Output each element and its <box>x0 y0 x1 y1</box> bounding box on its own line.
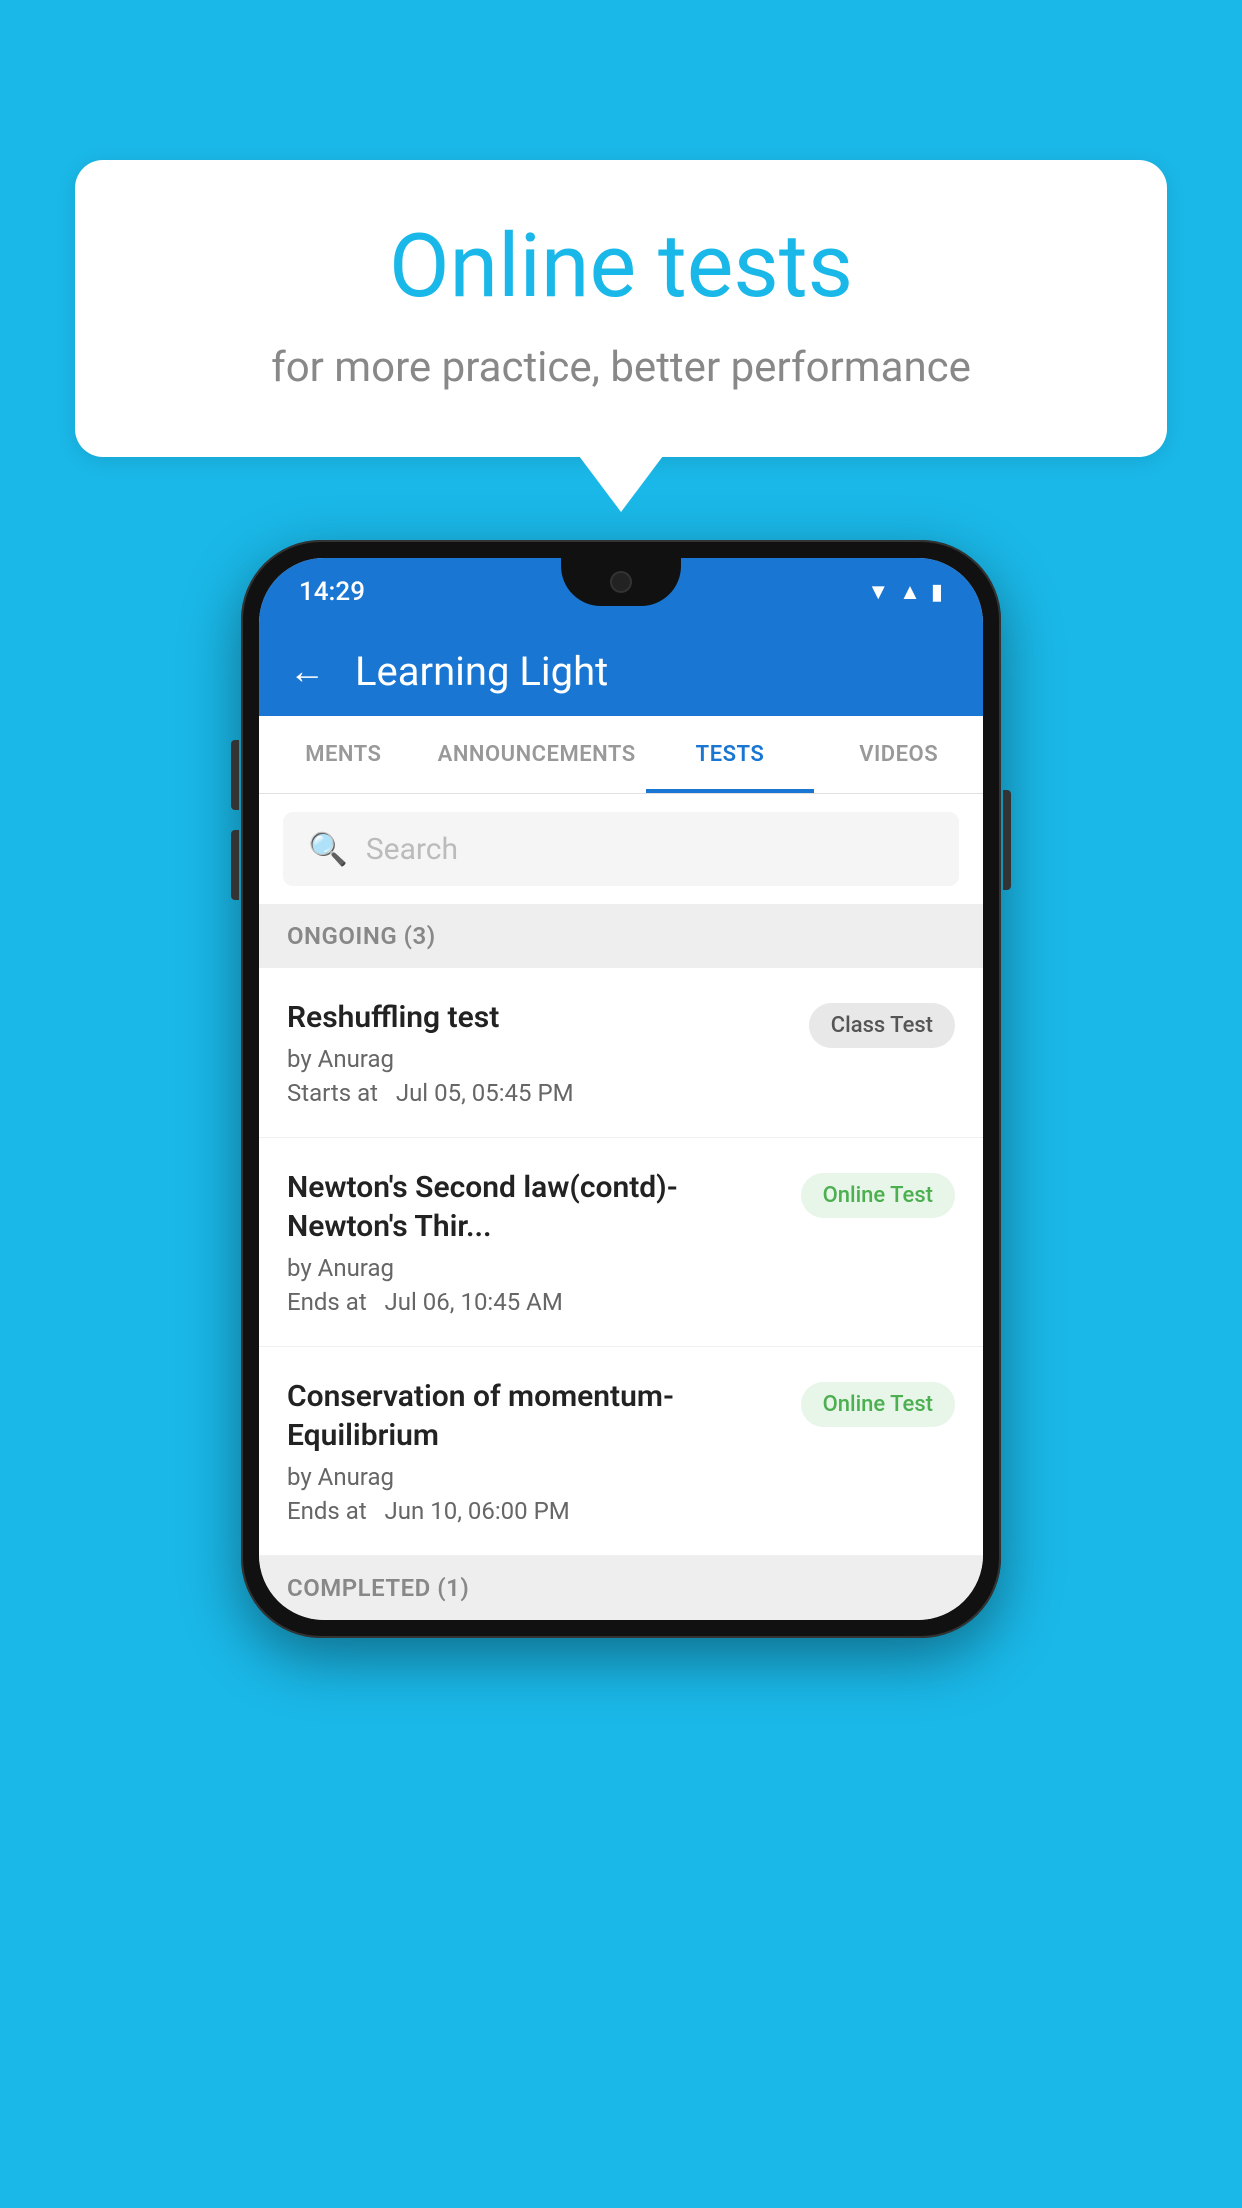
tests-list: Reshuffling test by Anurag Starts at Jul… <box>259 968 983 1556</box>
test-name: Newton's Second law(contd)-Newton's Thir… <box>287 1168 781 1246</box>
tabs-bar: MENTS ANNOUNCEMENTS TESTS VIDEOS <box>259 716 983 794</box>
search-box[interactable]: 🔍 Search <box>283 812 959 886</box>
test-name: Reshuffling test <box>287 998 789 1037</box>
back-button[interactable]: ← <box>289 650 325 692</box>
speech-bubble: Online tests for more practice, better p… <box>75 160 1167 457</box>
test-badge-online-test: Online Test <box>801 1173 955 1218</box>
tab-tests[interactable]: TESTS <box>646 716 815 793</box>
signal-icon: ▲ <box>899 579 921 605</box>
status-icons: ▼ ▲ ▮ <box>867 579 943 605</box>
phone-frame: 14:29 ▼ ▲ ▮ ← Learning Light MENTS ANNOU… <box>241 540 1001 1638</box>
phone-screen: 14:29 ▼ ▲ ▮ ← Learning Light MENTS ANNOU… <box>259 558 983 1620</box>
test-item[interactable]: Reshuffling test by Anurag Starts at Jul… <box>259 968 983 1138</box>
power-button[interactable] <box>1003 790 1011 890</box>
bubble-subtitle: for more practice, better performance <box>135 343 1107 392</box>
test-author: by Anurag <box>287 1254 781 1282</box>
bubble-title: Online tests <box>135 215 1107 318</box>
test-item[interactable]: Conservation of momentum-Equilibrium by … <box>259 1347 983 1556</box>
front-camera <box>610 571 632 593</box>
tab-ments[interactable]: MENTS <box>259 716 428 793</box>
search-container: 🔍 Search <box>259 794 983 904</box>
notch <box>561 558 681 606</box>
volume-up-button[interactable] <box>231 740 239 810</box>
test-date: Ends at Jul 06, 10:45 AM <box>287 1288 781 1316</box>
battery-icon: ▮ <box>931 580 943 605</box>
test-badge-class-test: Class Test <box>809 1003 955 1048</box>
ongoing-section-header: ONGOING (3) <box>259 904 983 968</box>
tab-videos[interactable]: VIDEOS <box>814 716 983 793</box>
test-date: Ends at Jun 10, 06:00 PM <box>287 1497 781 1525</box>
test-author: by Anurag <box>287 1045 789 1073</box>
test-date: Starts at Jul 05, 05:45 PM <box>287 1079 789 1107</box>
app-header: ← Learning Light <box>259 626 983 716</box>
status-time: 14:29 <box>299 577 365 607</box>
test-author: by Anurag <box>287 1463 781 1491</box>
tab-announcements[interactable]: ANNOUNCEMENTS <box>428 716 646 793</box>
test-name: Conservation of momentum-Equilibrium <box>287 1377 781 1455</box>
volume-down-button[interactable] <box>231 830 239 900</box>
test-info: Newton's Second law(contd)-Newton's Thir… <box>287 1168 781 1316</box>
test-info: Conservation of momentum-Equilibrium by … <box>287 1377 781 1525</box>
test-item[interactable]: Newton's Second law(contd)-Newton's Thir… <box>259 1138 983 1347</box>
test-info: Reshuffling test by Anurag Starts at Jul… <box>287 998 789 1107</box>
ongoing-label: ONGOING (3) <box>287 922 436 950</box>
search-input[interactable]: Search <box>366 832 458 867</box>
wifi-icon: ▼ <box>867 579 889 605</box>
phone-wrapper: 14:29 ▼ ▲ ▮ ← Learning Light MENTS ANNOU… <box>241 540 1001 1638</box>
completed-section-header: COMPLETED (1) <box>259 1556 983 1620</box>
app-title: Learning Light <box>355 648 608 695</box>
status-bar: 14:29 ▼ ▲ ▮ <box>259 558 983 626</box>
test-badge-online-test-2: Online Test <box>801 1382 955 1427</box>
search-icon: 🔍 <box>308 830 348 868</box>
completed-label: COMPLETED (1) <box>287 1574 469 1602</box>
